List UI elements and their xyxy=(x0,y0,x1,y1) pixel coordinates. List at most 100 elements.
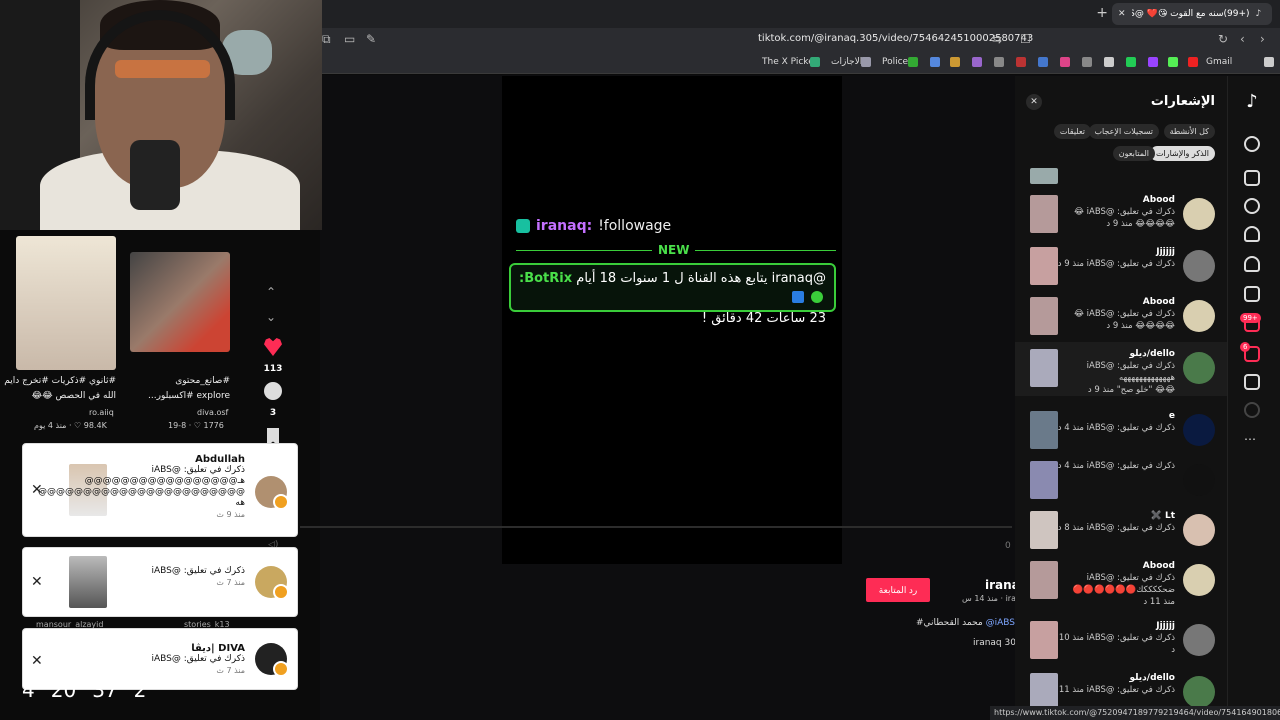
notification-item[interactable]: e ذكرك في تعليق: @iABS منذ 4 د xyxy=(1015,404,1227,458)
new-tab-button[interactable]: + xyxy=(1096,5,1108,21)
bookmark-icon-3[interactable] xyxy=(972,57,982,67)
kick-icon[interactable] xyxy=(1168,57,1178,67)
popup-avatar[interactable] xyxy=(255,566,289,600)
video-progress-bar[interactable] xyxy=(300,526,1012,528)
bookmark-icon-2[interactable] xyxy=(950,57,960,67)
notification-partial-thumbnail[interactable] xyxy=(1030,168,1058,184)
popup-video-thumbnail[interactable] xyxy=(69,556,107,608)
tiktok-bookmark-icon[interactable] xyxy=(1082,57,1092,67)
notification-avatar[interactable] xyxy=(1183,514,1215,546)
reload-icon[interactable]: ↻ xyxy=(1218,32,1228,46)
instagram-icon[interactable] xyxy=(1060,57,1070,67)
forward-icon[interactable]: › xyxy=(1260,32,1265,46)
notification-item[interactable]: dello/ديلو ذكرك في تعليق: @iABS هههههههههه… xyxy=(1015,342,1227,396)
notification-video-thumbnail[interactable] xyxy=(1030,511,1058,549)
thumbnail-1-caption[interactable]: #ثانوي #ذكريات #تخرج دايم xyxy=(4,376,116,386)
thumbnail-1-caption-2[interactable]: الله في الحصص 😂😂 xyxy=(16,391,116,401)
tab-comments[interactable]: تعليقات xyxy=(1053,124,1091,139)
bookmark-vacations[interactable]: الاجازات xyxy=(831,57,862,67)
tiktok-logo-icon[interactable]: ♪ xyxy=(1242,92,1262,112)
bookmark-police[interactable]: Police xyxy=(882,57,908,67)
like-icon[interactable] xyxy=(264,338,282,356)
notification-item[interactable]: Abood ذكرك في تعليق: @iABS ضحككككك🔴🔴🔴🔴🔴🔴 من… xyxy=(1015,554,1227,608)
bookmark-icon-4[interactable] xyxy=(994,57,1004,67)
notification-video-thumbnail[interactable] xyxy=(1030,349,1058,387)
thumbnail-2-caption-2[interactable]: explore #اكسبلور... xyxy=(130,391,230,401)
notification-video-thumbnail[interactable] xyxy=(1030,461,1058,499)
notification-popup-2[interactable]: ✕ ذكرك في تعليق: @iABS منذ 7 ث xyxy=(22,547,298,617)
notification-item[interactable]: Abood ذكرك في تعليق: @iABS 😂 😂😂😂😂 منذ 9 د xyxy=(1015,290,1227,344)
thumbnail-1-user[interactable]: ro.aiiq xyxy=(89,408,114,417)
next-video-icon[interactable]: ⌄ xyxy=(266,310,276,324)
video-thumbnail-1[interactable] xyxy=(16,236,116,370)
edit-icon[interactable]: ✎ xyxy=(366,32,376,46)
cast-icon[interactable]: ▭ xyxy=(344,32,355,46)
tab-mentions[interactable]: الذكر والإشارات xyxy=(1149,146,1215,161)
bookmark-star-icon[interactable]: ☐ xyxy=(1020,32,1031,46)
video-thumbnail-2[interactable] xyxy=(130,252,230,352)
popup-line: ذكرك في تعليق: @iABS xyxy=(151,465,245,475)
popup-avatar[interactable] xyxy=(255,476,289,510)
upload-icon[interactable] xyxy=(1244,374,1260,390)
notification-item[interactable]: Abood ذكرك في تعليق: @iABS 😂 😂😂😂😂 منذ 9 د xyxy=(1015,188,1227,242)
notification-video-thumbnail[interactable] xyxy=(1030,195,1058,233)
tab-icon[interactable]: ⧉ xyxy=(322,32,331,47)
notification-avatar[interactable] xyxy=(1183,414,1215,446)
notification-video-thumbnail[interactable] xyxy=(1030,621,1058,659)
tab-close-icon[interactable]: ✕ xyxy=(1118,9,1126,19)
notification-item[interactable]: Lt ✖️ ذكرك في تعليق: @iABS منذ 8 د xyxy=(1015,504,1227,558)
notification-avatar[interactable] xyxy=(1183,198,1215,230)
more-icon[interactable]: ⋯ xyxy=(1244,432,1256,446)
description-hashtag[interactable]: #محمد القحطاني xyxy=(916,618,983,628)
apps-grid-icon[interactable] xyxy=(1264,57,1274,67)
whatsapp-icon[interactable] xyxy=(1126,57,1136,67)
thumbnail-2-caption[interactable]: #صانع_محتوى xyxy=(130,376,230,386)
notification-avatar[interactable] xyxy=(1183,676,1215,708)
bookmark-icon-6[interactable] xyxy=(1038,57,1048,67)
notification-popup-1[interactable]: ✕ Abdullah ذكرك في تعليق: @iABS هـ@@@@@@… xyxy=(22,443,298,537)
bookmark-icon-1[interactable] xyxy=(930,57,940,67)
search-icon[interactable] xyxy=(1244,136,1260,152)
popup-avatar[interactable] xyxy=(255,643,289,677)
bookmark-gmail[interactable]: Gmail xyxy=(1206,57,1232,67)
tab-likes[interactable]: تسجيلات الإعجاب xyxy=(1088,124,1159,139)
x-icon[interactable] xyxy=(1104,57,1114,67)
notification-video-thumbnail[interactable] xyxy=(1030,561,1058,599)
follow-icon[interactable] xyxy=(1244,226,1260,242)
explore-icon[interactable] xyxy=(1244,198,1260,214)
home-icon[interactable] xyxy=(1244,170,1260,186)
notification-video-thumbnail[interactable] xyxy=(1030,411,1058,449)
tab-followers[interactable]: المتابعون xyxy=(1112,146,1155,161)
notification-item[interactable]: Jjjjjj ذكرك في تعليق: @iABS منذ 9 د xyxy=(1015,240,1227,294)
sound-name[interactable]: iranaq 30 xyxy=(973,638,1016,648)
notification-avatar[interactable] xyxy=(1183,564,1215,596)
description-mention[interactable]: @iABS xyxy=(986,618,1015,628)
site-settings-icon[interactable]: ⇆ xyxy=(992,32,1002,46)
previous-video-icon[interactable]: ⌃ xyxy=(266,285,276,299)
twitch-icon[interactable] xyxy=(1148,57,1158,67)
follow-back-button[interactable]: رد المتابعة xyxy=(866,578,930,602)
notification-avatar[interactable] xyxy=(1183,300,1215,332)
notification-text: ذكرك في تعليق: @iABS منذ 4 د xyxy=(1058,460,1175,472)
notification-item[interactable]: ذكرك في تعليق: @iABS منذ 4 د xyxy=(1015,454,1227,508)
friends-icon[interactable] xyxy=(1244,256,1260,272)
panel-close-button[interactable]: ✕ xyxy=(1026,94,1042,110)
popup-close-icon[interactable]: ✕ xyxy=(31,653,43,669)
profile-icon[interactable] xyxy=(1244,402,1260,418)
live-icon[interactable] xyxy=(1244,286,1260,302)
comment-icon[interactable] xyxy=(264,382,282,400)
notification-avatar[interactable] xyxy=(1183,250,1215,282)
notification-avatar[interactable] xyxy=(1183,624,1215,656)
youtube-icon[interactable] xyxy=(1188,57,1198,67)
tab-all-activity[interactable]: كل الأنشطة xyxy=(1163,124,1215,139)
popup-close-icon[interactable]: ✕ xyxy=(31,574,43,590)
thumbnail-2-user[interactable]: diva.osf xyxy=(197,408,228,417)
back-icon[interactable]: ‹ xyxy=(1240,32,1245,46)
notification-avatar[interactable] xyxy=(1183,352,1215,384)
bookmark-icon-5[interactable] xyxy=(1016,57,1026,67)
browser-tab[interactable]: ♪ (+99)سنه مع القوت 😘❤️ @iABS ✕ xyxy=(1112,3,1272,25)
notification-item[interactable]: Jjjjjj ذكرك في تعليق: @iABS منذ 10 د xyxy=(1015,614,1227,668)
notification-avatar[interactable] xyxy=(1183,464,1215,496)
notification-video-thumbnail[interactable] xyxy=(1030,297,1058,335)
notification-video-thumbnail[interactable] xyxy=(1030,247,1058,285)
